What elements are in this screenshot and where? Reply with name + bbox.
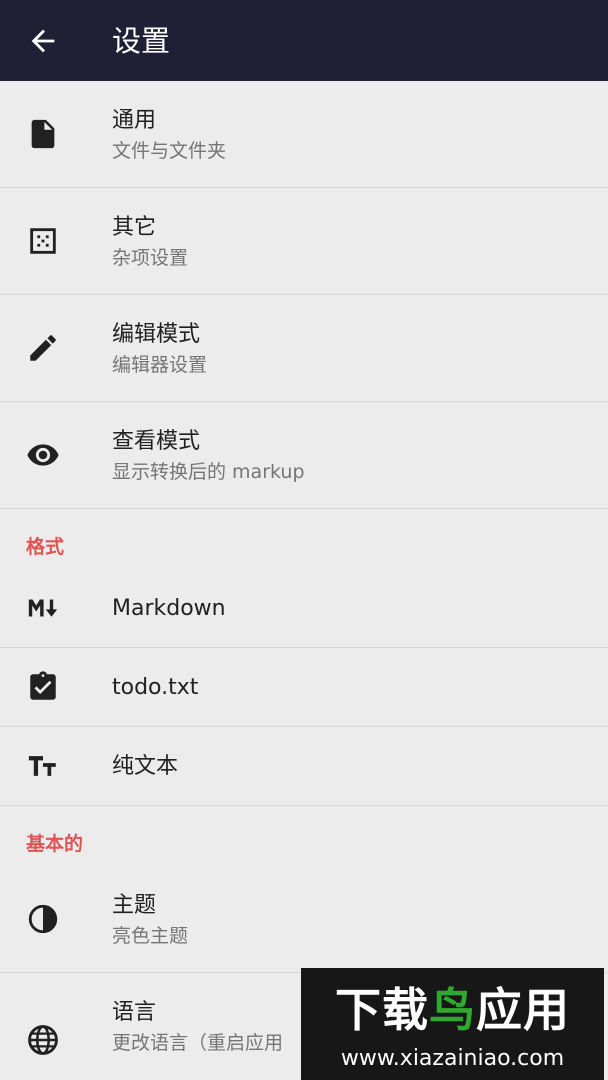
file-icon	[31, 119, 55, 149]
section-label: 格式	[26, 536, 65, 558]
settings-item-markdown[interactable]: Markdown	[0, 569, 608, 648]
watermark-brand-part1: 下载	[335, 983, 429, 1037]
app-bar: 设置	[0, 0, 608, 81]
clipboard-check-icon	[30, 671, 56, 700]
settings-list: 通用 文件与文件夹 其它 杂项设置 编辑模式 编辑器设置 查看模式 显示转换后的…	[0, 81, 608, 1080]
watermark-brand-part2: 鸟	[429, 983, 476, 1037]
settings-item-view-mode[interactable]: 查看模式 显示转换后的 markup	[0, 402, 608, 509]
settings-item-subtitle: 更改语言（重启应用	[112, 1032, 284, 1054]
settings-item-subtitle: 杂项设置	[112, 247, 189, 269]
settings-item-subtitle: 文件与文件夹	[112, 140, 227, 162]
settings-item-subtitle: 编辑器设置	[112, 354, 208, 376]
settings-item-plaintext[interactable]: 纯文本	[0, 727, 608, 806]
section-label: 基本的	[26, 833, 84, 855]
page-title: 设置	[112, 24, 171, 58]
arrow-back-icon[interactable]	[26, 24, 60, 58]
settings-item-title: 编辑模式	[112, 322, 201, 347]
contrast-icon	[28, 904, 58, 934]
settings-item-title: 查看模式	[112, 429, 201, 454]
settings-item-title: Markdown	[112, 596, 226, 621]
section-header-format: 格式	[0, 509, 608, 569]
watermark-logo: 下载鸟应用 www.xiazainiao.com	[301, 968, 604, 1080]
pencil-icon	[30, 335, 56, 361]
settings-item-todo[interactable]: todo.txt	[0, 648, 608, 727]
settings-item-title: 主题	[112, 893, 157, 918]
text-size-icon	[28, 756, 56, 776]
settings-item-edit-mode[interactable]: 编辑模式 编辑器设置	[0, 295, 608, 402]
watermark-brand: 下载鸟应用	[301, 982, 604, 1038]
settings-item-subtitle: 显示转换后的 markup	[112, 461, 305, 483]
settings-item-title: 纯文本	[112, 754, 179, 779]
settings-item-title: 语言	[112, 1000, 157, 1025]
watermark-brand-part3: 应用	[476, 983, 570, 1037]
globe-icon	[28, 1025, 58, 1055]
section-header-basic: 基本的	[0, 806, 608, 866]
settings-item-title: 通用	[112, 108, 157, 133]
settings-item-other[interactable]: 其它 杂项设置	[0, 188, 608, 295]
eye-icon	[27, 444, 59, 466]
settings-item-general[interactable]: 通用 文件与文件夹	[0, 81, 608, 188]
settings-item-title: 其它	[112, 215, 157, 240]
settings-item-title: todo.txt	[112, 675, 199, 700]
markdown-icon	[28, 599, 58, 617]
settings-item-subtitle: 亮色主题	[112, 925, 189, 947]
dots-square-icon	[30, 228, 56, 254]
settings-item-theme[interactable]: 主题 亮色主题	[0, 866, 608, 973]
watermark-url: www.xiazainiao.com	[340, 1046, 565, 1071]
